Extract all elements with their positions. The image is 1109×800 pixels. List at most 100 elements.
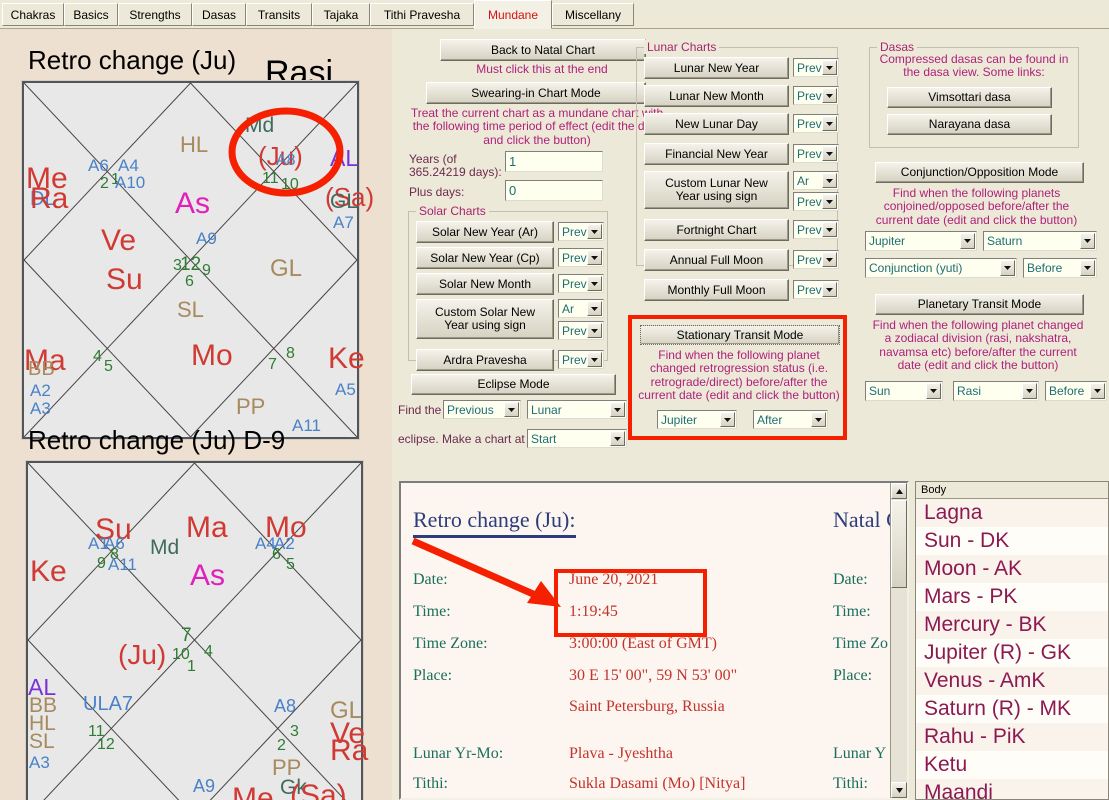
transit-direction-select[interactable]: Before: [1045, 381, 1107, 401]
chevron-down-icon[interactable]: [1080, 233, 1095, 249]
solar-solar-new-year-ar-when-select[interactable]: Previou: [558, 222, 604, 241]
body-list-item[interactable]: Mars - PK: [916, 583, 1108, 611]
solar-solar-new-month-when-select[interactable]: Previou: [558, 274, 604, 293]
lunar-custom-lunar-new-year-using-sign-sign-select[interactable]: Ar: [793, 171, 839, 190]
lunar-fortnight-chart-when-select[interactable]: Previou: [793, 220, 839, 239]
chevron-down-icon[interactable]: [610, 402, 625, 417]
vimsottari-dasa-button[interactable]: Vimsottari dasa: [887, 87, 1052, 108]
body-list-item[interactable]: Lagna: [916, 499, 1108, 527]
body-list-item[interactable]: Saturn (R) - MK: [916, 695, 1108, 723]
chevron-down-icon[interactable]: [822, 282, 837, 297]
eclipse-when-select[interactable]: Previous: [443, 400, 521, 419]
tab-tajaka[interactable]: Tajaka: [312, 3, 370, 26]
conjunction-planet1-select[interactable]: Jupiter: [865, 231, 977, 251]
lunar-lunar-new-month-when-select[interactable]: Previou: [793, 86, 839, 105]
chevron-down-icon[interactable]: [720, 412, 735, 427]
chevron-down-icon[interactable]: [822, 146, 837, 161]
chevron-down-icon[interactable]: [587, 224, 602, 239]
back-to-natal-chart-button[interactable]: Back to Natal Chart: [440, 39, 646, 61]
solar-custom-solar-new-year-using-sign-sign-select[interactable]: Ar: [558, 299, 604, 318]
chevron-down-icon[interactable]: [822, 194, 837, 209]
lunar-financial-new-year-button[interactable]: Financial New Year: [644, 143, 789, 165]
tab-transits[interactable]: Transits: [246, 3, 312, 26]
body-list-item[interactable]: Moon - AK: [916, 555, 1108, 583]
info-panel-scrollbar[interactable]: [890, 483, 907, 798]
tab-strengths[interactable]: Strengths: [118, 3, 192, 26]
solar-ardra-pravesha-button[interactable]: Ardra Pravesha: [416, 349, 554, 371]
lunar-financial-new-year-when-select[interactable]: Previou: [793, 144, 839, 163]
solar-solar-new-year-ar-button[interactable]: Solar New Year (Ar): [416, 221, 554, 243]
chevron-down-icon[interactable]: [587, 301, 602, 316]
narayana-dasa-button[interactable]: Narayana dasa: [887, 114, 1052, 135]
body-list-item[interactable]: Maandi: [916, 779, 1108, 799]
scroll-down-arrow-icon[interactable]: [891, 782, 907, 798]
chevron-down-icon[interactable]: [504, 402, 519, 417]
scroll-thumb[interactable]: [891, 500, 907, 588]
body-list-item[interactable]: Jupiter (R) - GK: [916, 639, 1108, 667]
eclipse-mode-button[interactable]: Eclipse Mode: [411, 374, 616, 395]
lunar-lunar-new-month-button[interactable]: Lunar New Month: [644, 85, 789, 107]
body-list-item[interactable]: Venus - AmK: [916, 667, 1108, 695]
solar-solar-new-year-cp-button[interactable]: Solar New Year (Cp): [416, 247, 554, 269]
lunar-lunar-new-year-button[interactable]: Lunar New Year: [644, 57, 789, 79]
chevron-down-icon[interactable]: [1000, 260, 1015, 276]
body-list-item[interactable]: Rahu - PiK: [916, 723, 1108, 751]
lunar-new-lunar-day-when-select[interactable]: Previou: [793, 114, 839, 133]
solar-solar-new-month-button[interactable]: Solar New Month: [416, 273, 554, 295]
chevron-down-icon[interactable]: [822, 60, 837, 75]
solar-solar-new-year-cp-when-select[interactable]: Previou: [558, 248, 604, 267]
conjunction-aspect-select[interactable]: Conjunction (yuti): [865, 258, 1017, 278]
chevron-down-icon[interactable]: [960, 233, 975, 249]
chevron-down-icon[interactable]: [811, 412, 826, 427]
conjunction-direction-select[interactable]: Before: [1023, 258, 1097, 278]
chevron-down-icon[interactable]: [822, 173, 837, 188]
chevron-down-icon[interactable]: [822, 222, 837, 237]
solar-ardra-pravesha-when-select[interactable]: Previou: [558, 350, 604, 369]
navamsa-chart-diagram[interactable]: [25, 460, 364, 800]
swearing-in-chart-mode-button[interactable]: Swearing-in Chart Mode: [426, 82, 646, 104]
tab-chakras[interactable]: Chakras: [2, 3, 64, 26]
tab-basics[interactable]: Basics: [64, 3, 118, 26]
tab-dasas[interactable]: Dasas: [192, 3, 246, 26]
body-list-item[interactable]: Ketu: [916, 751, 1108, 779]
conjunction-planet2-select[interactable]: Saturn: [983, 231, 1097, 251]
planetary-transit-mode-button[interactable]: Planetary Transit Mode: [875, 294, 1084, 315]
solar-custom-solar-new-year-using-sign-when-select[interactable]: Previou: [558, 321, 604, 340]
transit-planet-select[interactable]: Sun: [865, 381, 943, 401]
chevron-down-icon[interactable]: [822, 116, 837, 131]
stationary-direction-select[interactable]: After: [753, 410, 828, 429]
lunar-annual-full-moon-when-select[interactable]: Previou: [793, 250, 839, 269]
tab-tithi-pravesha[interactable]: Tithi Pravesha: [370, 3, 474, 26]
lunar-custom-lunar-new-year-using-sign-when-select[interactable]: Previou: [793, 192, 839, 211]
chevron-down-icon[interactable]: [587, 352, 602, 367]
lunar-monthly-full-moon-when-select[interactable]: Previou: [793, 280, 839, 299]
stationary-transit-mode-button[interactable]: Stationary Transit Mode: [640, 325, 840, 345]
chevron-down-icon[interactable]: [822, 88, 837, 103]
chevron-down-icon[interactable]: [926, 383, 941, 399]
rasi-chart-diagram[interactable]: [21, 80, 360, 440]
years-input[interactable]: 1: [505, 151, 603, 172]
chevron-down-icon[interactable]: [587, 323, 602, 338]
transit-division-select[interactable]: Rasi: [953, 381, 1039, 401]
lunar-custom-lunar-new-year-using-sign-button[interactable]: Custom Lunar New Year using sign: [644, 171, 789, 209]
tab-mundane[interactable]: Mundane: [474, 0, 552, 29]
lunar-annual-full-moon-button[interactable]: Annual Full Moon: [644, 249, 789, 271]
conjunction-opposition-mode-button[interactable]: Conjunction/Opposition Mode: [875, 162, 1084, 183]
chevron-down-icon[interactable]: [1090, 383, 1105, 399]
body-list-item[interactable]: Sun - DK: [916, 527, 1108, 555]
eclipse-type-select[interactable]: Lunar: [527, 400, 627, 419]
stationary-planet-select[interactable]: Jupiter: [657, 410, 737, 429]
scroll-up-arrow-icon[interactable]: [891, 483, 907, 499]
tab-miscellany[interactable]: Miscellany: [552, 3, 634, 26]
chevron-down-icon[interactable]: [822, 252, 837, 267]
plus-days-input[interactable]: 0: [505, 180, 603, 201]
solar-custom-solar-new-year-using-sign-button[interactable]: Custom Solar New Year using sign: [416, 299, 554, 339]
chevron-down-icon[interactable]: [610, 431, 625, 446]
chevron-down-icon[interactable]: [587, 250, 602, 265]
chevron-down-icon[interactable]: [587, 276, 602, 291]
lunar-new-lunar-day-button[interactable]: New Lunar Day: [644, 113, 789, 135]
chevron-down-icon[interactable]: [1022, 383, 1037, 399]
lunar-lunar-new-year-when-select[interactable]: Previou: [793, 58, 839, 77]
body-list-item[interactable]: Mercury - BK: [916, 611, 1108, 639]
lunar-fortnight-chart-button[interactable]: Fortnight Chart: [644, 219, 789, 241]
